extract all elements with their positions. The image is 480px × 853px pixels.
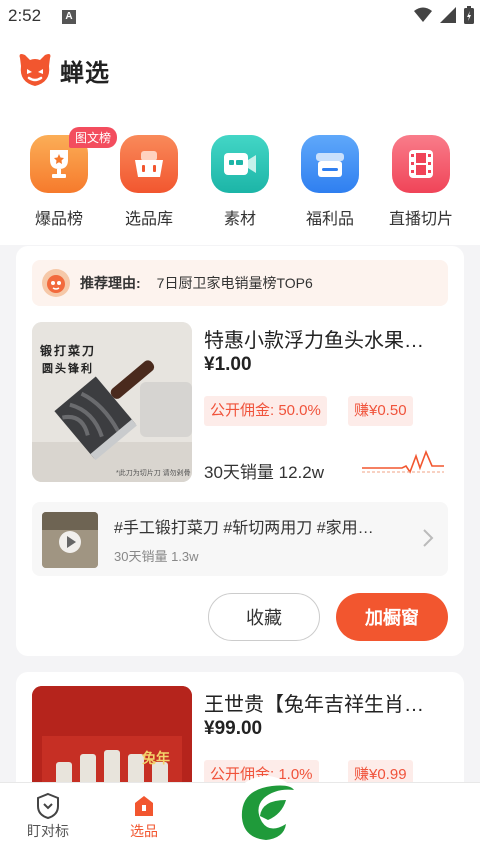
- category-welfare[interactable]: 福利品: [285, 135, 375, 229]
- category-hot-products[interactable]: 图文榜 爆品榜: [14, 127, 118, 229]
- film-strip-icon: [392, 135, 450, 193]
- category-product-library[interactable]: 选品库: [104, 135, 194, 229]
- home-icon: [96, 791, 192, 821]
- status-time: 2:52: [8, 6, 42, 25]
- app-logo: 蝉选: [16, 52, 110, 88]
- video-title: #手工锻打菜刀 #斩切两用刀 #家用…: [114, 520, 374, 537]
- battery-icon: [464, 6, 474, 24]
- product-title[interactable]: 王世贵【兔年吉祥生肖…: [204, 688, 449, 717]
- nav-item-select[interactable]: 选品: [96, 791, 192, 841]
- category-label: 爆品榜: [34, 211, 83, 228]
- nav-label: 盯对标: [27, 823, 69, 839]
- collect-button[interactable]: 收藏: [208, 593, 320, 641]
- video-sales: 30天销量 1.3w: [114, 549, 199, 564]
- commission-tag: 公开佣金: 50.0%: [204, 396, 327, 426]
- gift-box-icon: [301, 135, 359, 193]
- image-text: 兔年: [142, 751, 170, 767]
- chevron-right-icon: [423, 529, 434, 547]
- category-label: 福利品: [305, 211, 354, 228]
- recommend-reason: 推荐理由: 7日厨卫家电销量榜TOP6: [32, 260, 448, 306]
- category-label: 直播切片: [388, 211, 453, 228]
- sales-trend-sparkline: [362, 449, 444, 474]
- category-label: 素材: [223, 211, 256, 228]
- product-price: ¥1.00: [204, 354, 252, 375]
- reason-text: 7日厨卫家电销量榜TOP6: [156, 275, 313, 291]
- related-video[interactable]: #手工锻打菜刀 #斩切两用刀 #家用… 30天销量 1.3w: [32, 502, 448, 576]
- image-caption-1: 锻打菜刀: [40, 344, 97, 358]
- product-card: 推荐理由: 7日厨卫家电销量榜TOP6 锻打菜刀 圆头锋利 *此刀为切片刀 请勿…: [16, 246, 464, 656]
- basket-icon: [120, 135, 178, 193]
- status-bar: 2:52 A: [0, 0, 480, 34]
- cicada-logo-icon: [19, 54, 51, 86]
- sales-count: 30天销量 12.2w: [204, 463, 324, 482]
- signal-icon: [440, 7, 456, 23]
- product-image[interactable]: 锻打菜刀 圆头锋利 *此刀为切片刀 请勿剁骨: [32, 322, 192, 482]
- add-to-showcase-button[interactable]: 加橱窗: [336, 593, 448, 641]
- category-materials[interactable]: 素材: [195, 135, 285, 229]
- product-price: ¥99.00: [204, 718, 263, 739]
- watermark-leaf-logo: [230, 776, 302, 848]
- category-row: 图文榜 爆品榜 选品库 素材 福利品 直播切片: [0, 127, 480, 235]
- video-thumbnail: [42, 512, 98, 568]
- video-camera-icon: [211, 135, 269, 193]
- app-name: 蝉选: [60, 59, 110, 87]
- category-label: 选品库: [124, 211, 173, 228]
- reason-label: 推荐理由:: [80, 275, 141, 291]
- image-caption-2: 圆头锋利: [42, 362, 94, 375]
- nav-item-benchmark[interactable]: 盯对标: [0, 791, 96, 841]
- earn-tag: 赚¥0.50: [348, 396, 413, 426]
- notification-icon: A: [62, 10, 76, 24]
- product-title[interactable]: 特惠小款浮力鱼头水果…: [204, 324, 449, 353]
- image-footnote: *此刀为切片刀 请勿剁骨: [116, 470, 191, 477]
- shield-icon: [0, 791, 96, 821]
- nav-label: 选品: [130, 823, 158, 839]
- category-live-clips[interactable]: 直播切片: [376, 135, 466, 229]
- mascot-avatar: [42, 269, 70, 297]
- wifi-icon: [414, 7, 432, 22]
